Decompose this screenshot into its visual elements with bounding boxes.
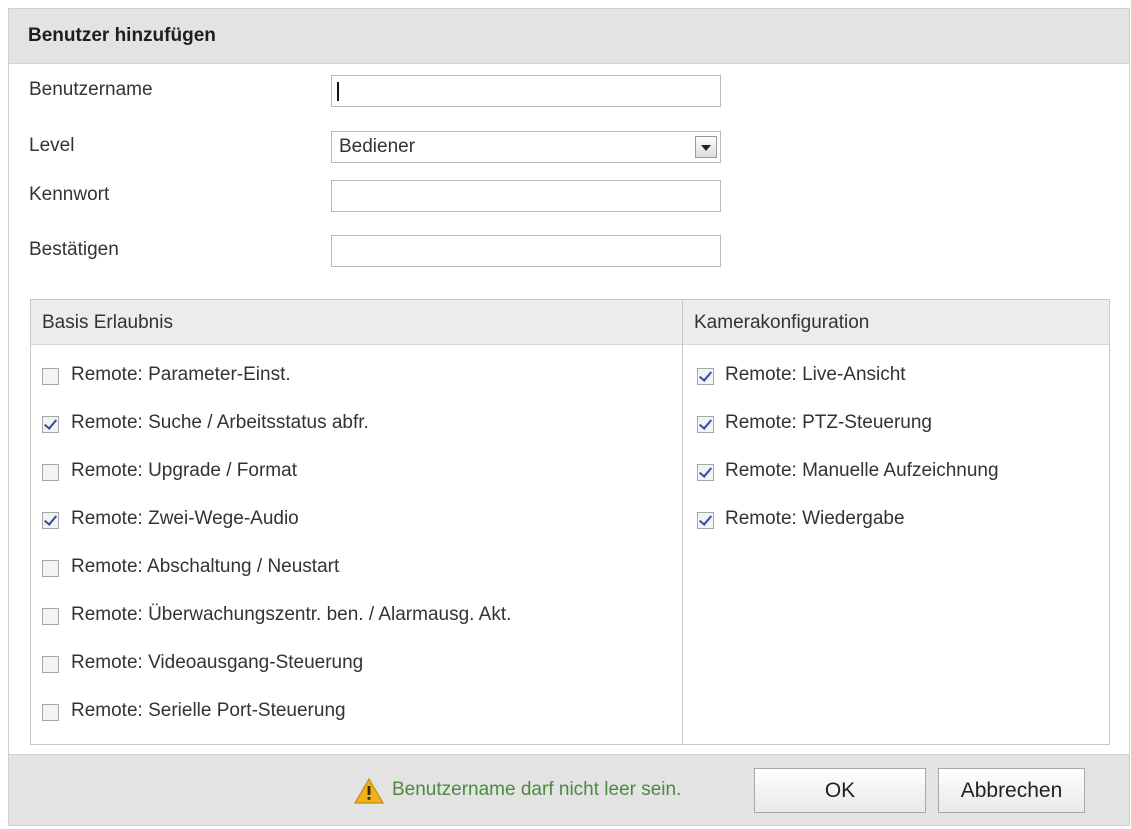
- basic-permissions-list: Remote: Parameter-Einst. Remote: Suche /…: [31, 344, 682, 728]
- basic-permissions-title: Basis Erlaubnis: [42, 312, 173, 333]
- permission-label: Remote: Wiedergabe: [725, 508, 905, 529]
- checkbox[interactable]: [42, 560, 59, 577]
- permissions-panel: Basis Erlaubnis Remote: Parameter-Einst.…: [30, 299, 1110, 745]
- level-select[interactable]: Bediener: [331, 131, 721, 163]
- cancel-button[interactable]: Abbrechen: [938, 768, 1085, 813]
- checkbox[interactable]: [42, 368, 59, 385]
- chevron-down-icon[interactable]: [695, 136, 717, 158]
- checkbox[interactable]: [42, 512, 59, 529]
- permission-label: Remote: Abschaltung / Neustart: [71, 556, 340, 577]
- camera-config-column: Kamerakonfiguration Remote: Live-Ansicht…: [683, 300, 1109, 744]
- camera-config-header: Kamerakonfiguration: [683, 300, 1109, 345]
- basic-permissions-header: Basis Erlaubnis: [31, 300, 682, 345]
- permission-item[interactable]: Remote: Manuelle Aufzeichnung: [683, 440, 1109, 488]
- warning-triangle-icon: [354, 778, 384, 804]
- permission-label: Remote: Parameter-Einst.: [71, 364, 291, 385]
- username-field[interactable]: [331, 75, 721, 107]
- permission-label: Remote: Zwei-Wege-Audio: [71, 508, 299, 529]
- level-select-value: Bediener: [339, 136, 416, 157]
- dialog-title-bar: Benutzer hinzufügen: [9, 9, 1129, 64]
- camera-config-list: Remote: Live-Ansicht Remote: PTZ-Steueru…: [683, 344, 1109, 536]
- dialog-footer: Benutzername darf nicht leer sein. OK Ab…: [9, 754, 1129, 825]
- permission-item[interactable]: Remote: Serielle Port-Steuerung: [31, 680, 682, 728]
- permission-item[interactable]: Remote: Wiedergabe: [683, 488, 1109, 536]
- ok-button[interactable]: OK: [754, 768, 926, 813]
- username-label: Benutzername: [29, 79, 153, 100]
- dialog-title: Benutzer hinzufügen: [28, 25, 216, 46]
- checkbox[interactable]: [42, 416, 59, 433]
- permission-label: Remote: Serielle Port-Steuerung: [71, 700, 346, 721]
- camera-config-title: Kamerakonfiguration: [694, 312, 870, 333]
- checkbox[interactable]: [697, 464, 714, 481]
- checkbox[interactable]: [697, 512, 714, 529]
- password-input[interactable]: [332, 181, 720, 211]
- permission-label: Remote: Live-Ansicht: [725, 364, 906, 385]
- basic-permissions-column: Basis Erlaubnis Remote: Parameter-Einst.…: [31, 300, 683, 744]
- permission-item[interactable]: Remote: Upgrade / Format: [31, 440, 682, 488]
- permission-item[interactable]: Remote: PTZ-Steuerung: [683, 392, 1109, 440]
- permission-item[interactable]: Remote: Suche / Arbeitsstatus abfr.: [31, 392, 682, 440]
- permission-label: Remote: Überwachungszentr. ben. / Alarma…: [71, 604, 512, 625]
- password-label: Kennwort: [29, 184, 110, 205]
- checkbox[interactable]: [42, 608, 59, 625]
- permission-item[interactable]: Remote: Videoausgang-Steuerung: [31, 632, 682, 680]
- permission-item[interactable]: Remote: Überwachungszentr. ben. / Alarma…: [31, 584, 682, 632]
- add-user-dialog: Benutzer hinzufügen Benutzername Level B…: [8, 8, 1130, 826]
- permission-label: Remote: PTZ-Steuerung: [725, 412, 932, 433]
- password-field[interactable]: [331, 180, 721, 212]
- checkbox[interactable]: [42, 464, 59, 481]
- confirm-password-field[interactable]: [331, 235, 721, 267]
- warning-message: Benutzername darf nicht leer sein.: [392, 779, 682, 800]
- permission-item[interactable]: Remote: Parameter-Einst.: [31, 344, 682, 392]
- permission-label: Remote: Suche / Arbeitsstatus abfr.: [71, 412, 369, 433]
- permission-label: Remote: Upgrade / Format: [71, 460, 297, 481]
- text-caret: [337, 82, 339, 101]
- checkbox[interactable]: [697, 416, 714, 433]
- confirm-password-input[interactable]: [332, 236, 720, 266]
- permission-label: Remote: Videoausgang-Steuerung: [71, 652, 364, 673]
- permission-label: Remote: Manuelle Aufzeichnung: [725, 460, 999, 481]
- confirm-label: Bestätigen: [29, 239, 119, 260]
- level-label: Level: [29, 135, 75, 156]
- checkbox[interactable]: [42, 704, 59, 721]
- permission-item[interactable]: Remote: Zwei-Wege-Audio: [31, 488, 682, 536]
- checkbox[interactable]: [697, 368, 714, 385]
- username-input[interactable]: [332, 76, 720, 106]
- permission-item[interactable]: Remote: Live-Ansicht: [683, 344, 1109, 392]
- checkbox[interactable]: [42, 656, 59, 673]
- permission-item[interactable]: Remote: Abschaltung / Neustart: [31, 536, 682, 584]
